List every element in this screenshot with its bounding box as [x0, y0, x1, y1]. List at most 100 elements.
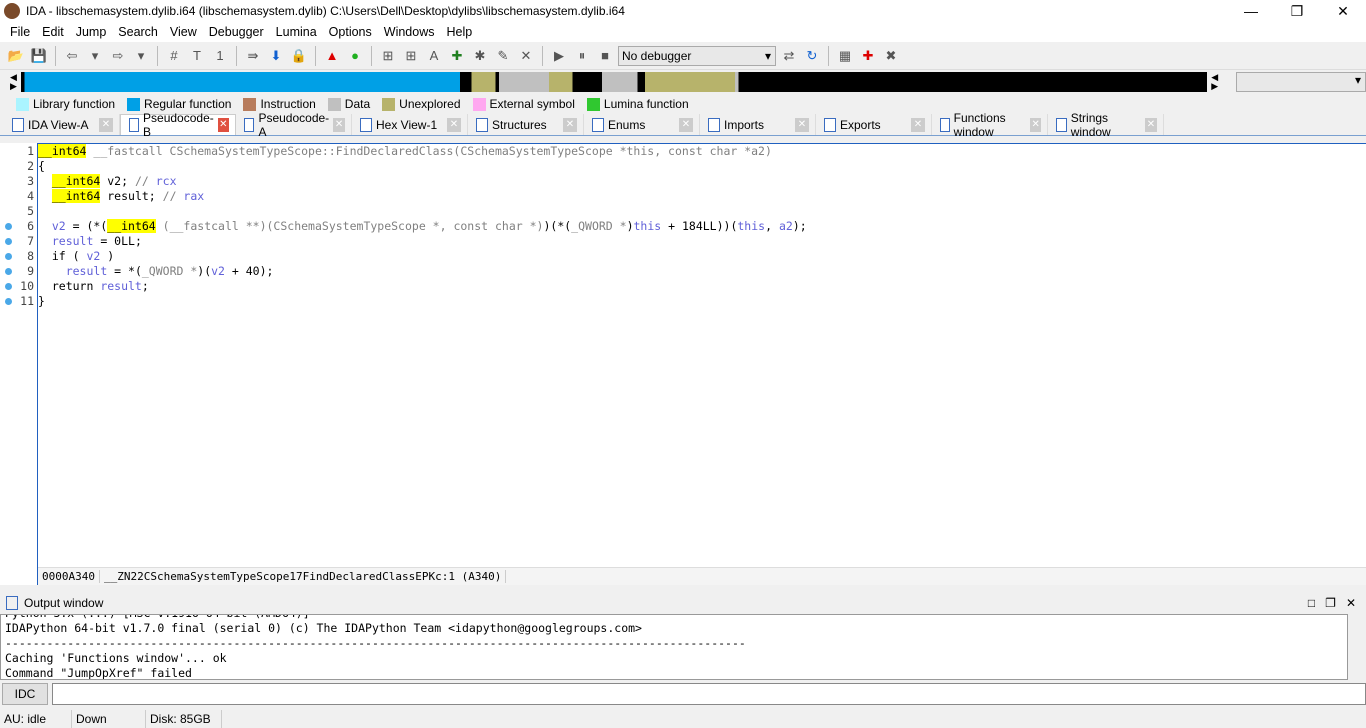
tab-icon [940, 117, 950, 132]
pseudocode-editor[interactable]: 1 __int64 __fastcall CSchemaSystemTypeSco… [0, 143, 1366, 585]
tab-functions-window[interactable]: Functions window ✕ [932, 111, 1048, 139]
forward-dropdown-icon[interactable]: ▾ [131, 46, 151, 66]
code-line[interactable]: 3 __int64 v2; // rcx [27, 174, 1366, 189]
idc-button[interactable]: IDC [2, 683, 48, 705]
save-icon[interactable]: 💾 [29, 46, 49, 66]
tab-hex-view-1[interactable]: Hex View-1 ✕ [352, 114, 468, 135]
menu-view[interactable]: View [164, 25, 203, 39]
undefine-icon[interactable]: ✱ [470, 46, 490, 66]
code-line[interactable]: 6 v2 = (*(__int64 (__fastcall **)(CSchem… [5, 219, 1366, 234]
stop-icon[interactable]: ■ [595, 46, 615, 66]
breakpoint-dot-icon[interactable] [5, 283, 12, 290]
graph-icon[interactable]: ▦ [835, 46, 855, 66]
make-code-icon[interactable]: ⊞ [378, 46, 398, 66]
maximize-button[interactable]: ❐ [1274, 3, 1320, 20]
title-bar: IDA - libschemasystem.dylib.i64 (libsche… [0, 0, 1366, 22]
tab-pseudocode-a[interactable]: Pseudocode-A ✕ [236, 111, 352, 139]
search-binary-icon[interactable]: # [164, 46, 184, 66]
navigation-select[interactable]: ▾ [1236, 72, 1366, 92]
green-light-icon[interactable]: ● [345, 46, 365, 66]
code-line[interactable]: 1 __int64 __fastcall CSchemaSystemTypeSco… [27, 144, 1366, 159]
breakpoint-dot-icon[interactable] [5, 238, 12, 245]
close-tab-icon[interactable]: ✕ [1030, 117, 1041, 132]
minimize-button[interactable]: — [1228, 3, 1274, 20]
tab-pseudocode-b[interactable]: Pseudocode-B ✕ [120, 111, 236, 139]
idc-command-input[interactable] [52, 683, 1366, 705]
menu-windows[interactable]: Windows [378, 25, 441, 39]
restore-icon[interactable]: □ [1308, 596, 1315, 610]
scroll-arrows-icon[interactable]: ◀ ▶ [1211, 73, 1218, 91]
close-tab-icon[interactable]: ✕ [217, 118, 229, 132]
code-token: = (*( [65, 219, 108, 233]
code-line[interactable]: 4 __int64 result; // rax [27, 189, 1366, 204]
close-tab-icon[interactable]: ✕ [911, 117, 925, 132]
code-line[interactable]: 2{ [27, 159, 1366, 174]
open-icon[interactable]: 📂 [6, 46, 26, 66]
line-number: 5 [27, 204, 34, 218]
code-area[interactable]: 1 __int64 __fastcall CSchemaSystemTypeSco… [5, 143, 1366, 567]
breakpoint-dot-icon[interactable] [5, 268, 12, 275]
close-tab-icon[interactable]: ✕ [99, 117, 113, 132]
code-line[interactable]: 9 result = *(_QWORD *)(v2 + 40); [5, 264, 1366, 279]
attach-icon[interactable]: ⇄ [779, 46, 799, 66]
make-string-icon[interactable]: A [424, 46, 444, 66]
play-icon[interactable]: ▶ [549, 46, 569, 66]
close-tab-icon[interactable]: ✕ [563, 117, 577, 132]
tab-enums[interactable]: Enums ✕ [584, 114, 700, 135]
menu-help[interactable]: Help [440, 25, 478, 39]
legend-label: Data [344, 97, 371, 111]
code-line[interactable]: 10 return result; [5, 279, 1366, 294]
menu-options[interactable]: Options [323, 25, 378, 39]
menu-file[interactable]: File [4, 25, 36, 39]
menu-search[interactable]: Search [112, 25, 164, 39]
warning-icon[interactable]: ▲ [322, 46, 342, 66]
pause-icon[interactable]: ⏸ [572, 46, 592, 66]
tab-ida-view-a[interactable]: IDA View-A ✕ [4, 114, 120, 135]
remove-breakpoint-icon[interactable]: ✖ [881, 46, 901, 66]
debugger-select[interactable]: No debugger ▾ [618, 45, 776, 66]
refresh-icon[interactable]: ↻ [802, 46, 822, 66]
jump-down-icon[interactable]: ⬇ [266, 46, 286, 66]
forward-icon[interactable]: ⇨ [108, 46, 128, 66]
breakpoint-dot-icon[interactable] [5, 298, 12, 305]
back-dropdown-icon[interactable]: ▾ [85, 46, 105, 66]
close-tab-icon[interactable]: ✕ [679, 117, 693, 132]
breakpoint-dot-icon[interactable] [5, 253, 12, 260]
navigation-band[interactable] [20, 72, 1208, 92]
code-line[interactable]: 7 result = 0LL; [5, 234, 1366, 249]
search-text-icon[interactable]: T [187, 46, 207, 66]
delete-icon[interactable]: ✕ [516, 46, 536, 66]
output-log[interactable]: Python 3.x (...) [MSC v.1916 64 bit (AMD… [0, 614, 1348, 680]
disk-status: Disk: 85GB [146, 710, 222, 728]
tab-exports[interactable]: Exports ✕ [816, 114, 932, 135]
add-breakpoint-icon[interactable]: ✚ [858, 46, 878, 66]
code-line[interactable]: 8 if ( v2 ) [5, 249, 1366, 264]
scroll-arrows-icon[interactable]: ◀ ▶ [10, 73, 17, 91]
edit-icon[interactable]: ✎ [493, 46, 513, 66]
close-tab-icon[interactable]: ✕ [1144, 117, 1157, 132]
tab-imports[interactable]: Imports ✕ [700, 114, 816, 135]
output-scrollbar[interactable] [1348, 614, 1366, 680]
code-line[interactable]: 5 [27, 204, 1366, 219]
close-tab-icon[interactable]: ✕ [795, 117, 809, 132]
make-struct-icon[interactable]: ✚ [447, 46, 467, 66]
legend-swatch [127, 97, 141, 111]
code-line[interactable]: 11} [5, 294, 1366, 309]
tab-structures[interactable]: Structures ✕ [468, 114, 584, 135]
jump-icon[interactable]: ⇛ [243, 46, 263, 66]
breakpoint-dot-icon[interactable] [5, 223, 12, 230]
menu-jump[interactable]: Jump [70, 25, 113, 39]
menu-lumina[interactable]: Lumina [270, 25, 323, 39]
close-tab-icon[interactable]: ✕ [447, 117, 461, 132]
close-button[interactable]: ✕ [1320, 3, 1366, 20]
back-icon[interactable]: ⇦ [62, 46, 82, 66]
make-data-icon[interactable]: ⊞ [401, 46, 421, 66]
tab-strings-window[interactable]: Strings window ✕ [1048, 111, 1164, 139]
close-tab-icon[interactable]: ✕ [333, 117, 345, 132]
lock-icon[interactable]: 🔒 [289, 46, 309, 66]
menu-debugger[interactable]: Debugger [203, 25, 270, 39]
search-immediate-icon[interactable]: 1 [210, 46, 230, 66]
close-icon[interactable]: ✕ [1346, 596, 1356, 610]
menu-edit[interactable]: Edit [36, 25, 70, 39]
float-icon[interactable]: ❐ [1325, 596, 1336, 610]
